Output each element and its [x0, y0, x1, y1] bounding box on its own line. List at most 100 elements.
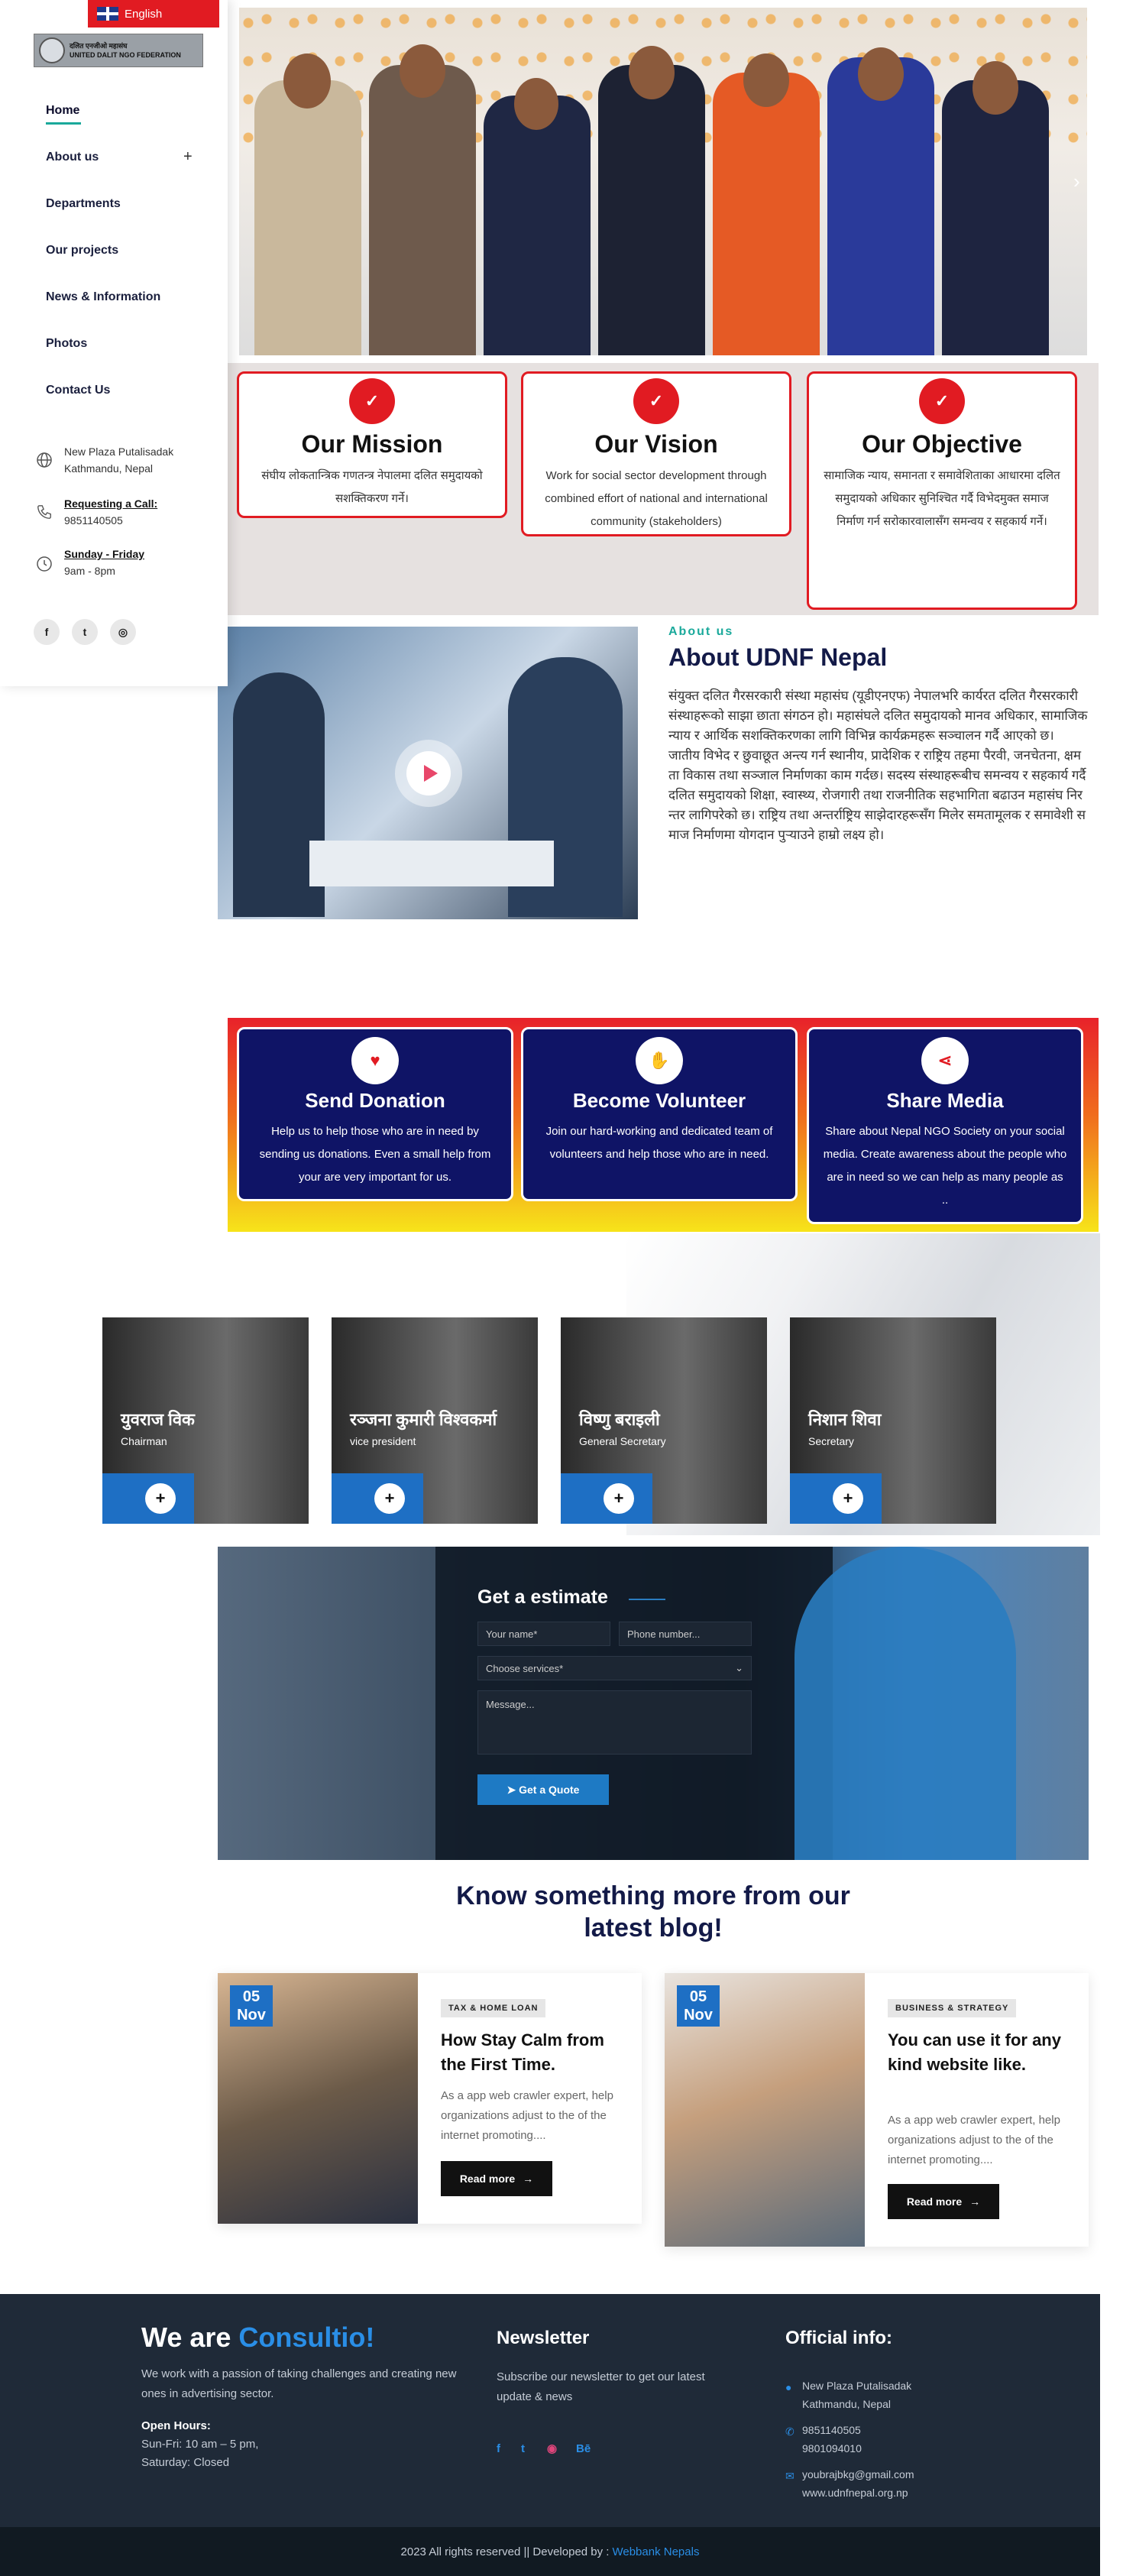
blog-day: 05 — [242, 1988, 261, 2005]
message-textarea[interactable]: Message... — [477, 1690, 752, 1755]
mail-icon: ✉ — [785, 2470, 795, 2482]
play-icon — [423, 765, 438, 782]
share-media-title: Share Media — [886, 1089, 1004, 1112]
nav-about-us[interactable]: About us — [46, 151, 99, 164]
phone-input[interactable]: Phone number... — [619, 1622, 752, 1646]
share-media-text: Share about Nepal NGO Society on your so… — [823, 1125, 1067, 1207]
mission-card: ✓ Our Mission संघीय लोकतान्त्रिक गणतन्त्… — [237, 371, 507, 518]
location-icon: ● — [785, 2381, 792, 2393]
footer-facebook-icon[interactable]: f — [497, 2439, 500, 2459]
copyright-text: 2023 All rights reserved || Developed by… — [400, 2545, 610, 2558]
blog-day: 05 — [689, 1988, 707, 2005]
team-role: General Secretary — [579, 1435, 666, 1447]
site-logo[interactable]: दलित एनजीओ महासंघ UNITED DALIT NGO FEDER… — [34, 34, 203, 67]
donation-icon: ♥ — [351, 1037, 399, 1084]
team-card[interactable]: विष्णु बराइली General Secretary + — [561, 1317, 767, 1524]
nav-contact-us[interactable]: Contact Us — [46, 384, 110, 397]
logo-seal-icon — [39, 37, 65, 63]
blog-tag[interactable]: BUSINESS & STRATEGY — [888, 1999, 1017, 2017]
blog-month: Nov — [237, 2007, 266, 2024]
footer-website[interactable]: www.udnfnepal.org.np — [802, 2484, 908, 2502]
plus-icon[interactable]: + — [374, 1483, 405, 1514]
hours: 9am - 8pm — [64, 565, 115, 577]
team-card[interactable]: निशान शिवा Secretary + — [790, 1317, 996, 1524]
name-input[interactable]: Your name* — [477, 1622, 610, 1646]
read-more-button[interactable]: Read more → — [441, 2161, 552, 2196]
logo-line-2: UNITED DALIT NGO FEDERATION — [70, 51, 181, 59]
nav-news-information[interactable]: News & Information — [46, 290, 160, 304]
team-role: Chairman — [121, 1435, 167, 1447]
footer-description: We work with a passion of taking challen… — [141, 2367, 457, 2400]
team-name: निशान शिवा — [808, 1410, 882, 1429]
instagram-icon[interactable]: ◎ — [110, 619, 136, 645]
footer-behance-icon[interactable]: Bē — [576, 2439, 591, 2459]
nav-home[interactable]: Home — [46, 104, 79, 118]
twitter-icon[interactable]: t — [72, 619, 98, 645]
volunteer-card[interactable]: ✋ Become Volunteer Join our hard-working… — [521, 1027, 798, 1201]
address-line-2: Kathmandu, Nepal — [64, 462, 153, 475]
footer-email[interactable]: youbrajbkg@gmail.com — [802, 2465, 914, 2484]
title-underline — [629, 1599, 665, 1600]
team-card[interactable]: रञ्जना कुमारी विश्वकर्मा vice president … — [332, 1317, 538, 1524]
get-quote-button[interactable]: ➤ Get a Quote — [477, 1774, 609, 1805]
language-selector[interactable]: English — [88, 0, 219, 28]
language-label: English — [125, 7, 163, 21]
plus-icon[interactable]: + — [145, 1483, 176, 1514]
nav-departments[interactable]: Departments — [46, 197, 121, 211]
slider-next-arrow-icon[interactable]: › — [1073, 170, 1080, 193]
read-more-button[interactable]: Read more → — [888, 2184, 999, 2219]
donation-card[interactable]: ♥ Send Donation Help us to help those wh… — [237, 1027, 513, 1201]
share-media-card[interactable]: ⋖ Share Media Share about Nepal NGO Soci… — [807, 1027, 1083, 1224]
blog-tag[interactable]: TAX & HOME LOAN — [441, 1999, 546, 2017]
blog-heading[interactable]: You can use it for any kind website like… — [888, 2028, 1071, 2077]
hero-slider — [239, 8, 1087, 355]
vision-card: ✓ Our Vision Work for social sector deve… — [521, 371, 791, 536]
phone-icon — [34, 501, 55, 523]
expand-plus-icon[interactable]: + — [183, 148, 193, 166]
copyright-bar: 2023 All rights reserved || Developed by… — [0, 2527, 1100, 2576]
service-select-value: Choose services* — [486, 1662, 564, 1674]
team-role: vice president — [350, 1435, 416, 1447]
arrow-right-icon: → — [523, 2173, 534, 2185]
plus-icon[interactable]: + — [833, 1483, 863, 1514]
logo-line-1: दलित एनजीओ महासंघ — [70, 42, 128, 50]
footer-address-1: New Plaza Putalisadak — [802, 2380, 912, 2392]
footer-dribbble-icon[interactable]: ◉ — [547, 2439, 557, 2459]
open-hours-title: Open Hours: — [141, 2419, 211, 2432]
team-card[interactable]: युवराज विक Chairman + — [102, 1317, 309, 1524]
read-more-label: Read more — [459, 2173, 516, 2185]
volunteer-text: Join our hard-working and dedicated team… — [545, 1125, 773, 1161]
plus-icon[interactable]: + — [604, 1483, 634, 1514]
facebook-icon[interactable]: f — [34, 619, 60, 645]
clock-icon — [34, 553, 55, 575]
check-icon: ✓ — [349, 378, 395, 424]
footer-phone-1[interactable]: 9851140505 — [802, 2421, 861, 2439]
blog-card[interactable]: 05 Nov TAX & HOME LOAN How Stay Calm fro… — [218, 1973, 642, 2224]
nav-our-projects[interactable]: Our projects — [46, 244, 118, 258]
nav-photos[interactable]: Photos — [46, 337, 87, 351]
uk-flag-icon — [97, 7, 118, 21]
blog-date-badge: 05 Nov — [677, 1985, 720, 2027]
check-icon: ✓ — [919, 378, 965, 424]
volunteer-icon: ✋ — [636, 1037, 683, 1084]
newsletter-text: Subscribe our newsletter to get our late… — [497, 2370, 705, 2403]
blog-card[interactable]: 05 Nov BUSINESS & STRATEGY You can use i… — [665, 1973, 1089, 2247]
call-title: Requesting a Call: — [64, 497, 158, 510]
call-number[interactable]: 9851140505 — [64, 512, 157, 529]
play-video-button[interactable] — [395, 740, 462, 807]
vision-text: Work for social sector development throu… — [545, 469, 768, 528]
about-image — [218, 627, 638, 919]
team-role: Secretary — [808, 1435, 854, 1447]
donation-text: Help us to help those who are in need by… — [259, 1125, 491, 1184]
team-name: रञ्जना कुमारी विश्वकर्मा — [350, 1410, 497, 1429]
footer-phone-2[interactable]: 9801094010 — [802, 2439, 862, 2458]
address-line-1: New Plaza Putalisadak — [64, 446, 174, 458]
days-title: Sunday - Friday — [64, 548, 145, 560]
blog-heading[interactable]: How Stay Calm from the First Time. — [441, 2028, 624, 2077]
developer-link[interactable]: Webbank Nepals — [612, 2545, 699, 2558]
official-info-title: Official info: — [785, 2328, 892, 2348]
open-hours-2: Saturday: Closed — [141, 2456, 230, 2469]
globe-icon — [34, 449, 55, 471]
service-select[interactable]: Choose services* ⌄ — [477, 1656, 752, 1680]
footer-twitter-icon[interactable]: t — [521, 2439, 525, 2459]
